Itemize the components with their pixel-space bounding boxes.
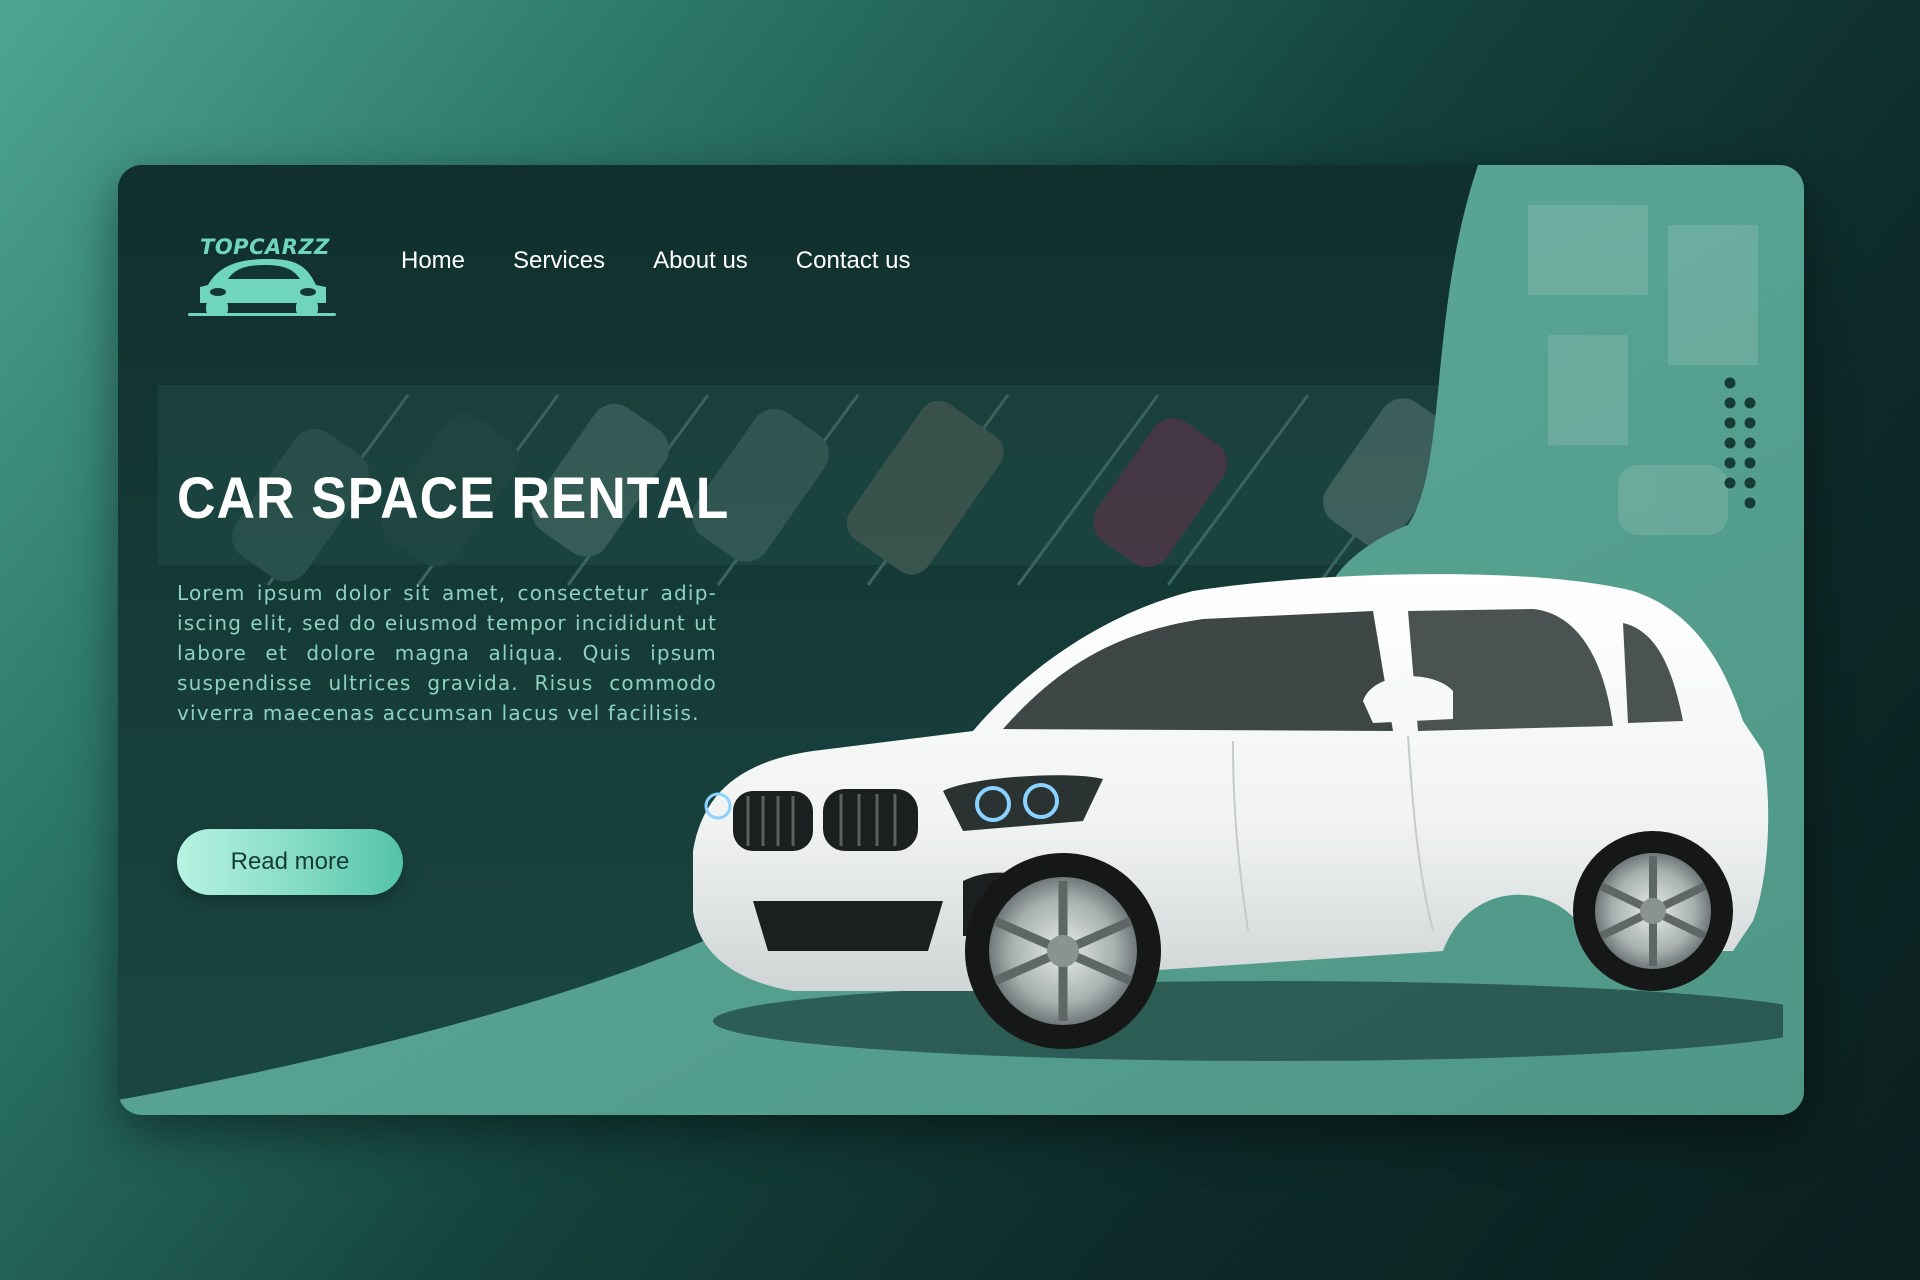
car-front-icon: [188, 259, 336, 316]
main-nav: Home Services About us Contact us: [401, 247, 959, 275]
landing-card: TOPCARZZ Home Services About us Contact …: [118, 165, 1804, 1115]
read-more-button[interactable]: Read more: [177, 829, 403, 895]
hero-car-image: [693, 574, 1783, 1061]
nav-item-about-us[interactable]: About us: [653, 247, 748, 275]
dot-grid-icon: [1724, 377, 1756, 509]
brand-logo-text: TOPCARZZ: [200, 235, 330, 259]
nav-item-services[interactable]: Services: [513, 247, 605, 275]
nav-item-home[interactable]: Home: [401, 247, 465, 275]
page-background: TOPCARZZ Home Services About us Contact …: [0, 0, 1920, 1280]
hero-description: Lorem ipsum dolor sit amet, consectetur …: [177, 581, 717, 725]
nav-item-contact-us[interactable]: Contact us: [796, 247, 911, 275]
brand-logo[interactable]: TOPCARZZ: [188, 235, 338, 320]
hero-title: CAR SPACE RENTAL: [177, 466, 730, 531]
